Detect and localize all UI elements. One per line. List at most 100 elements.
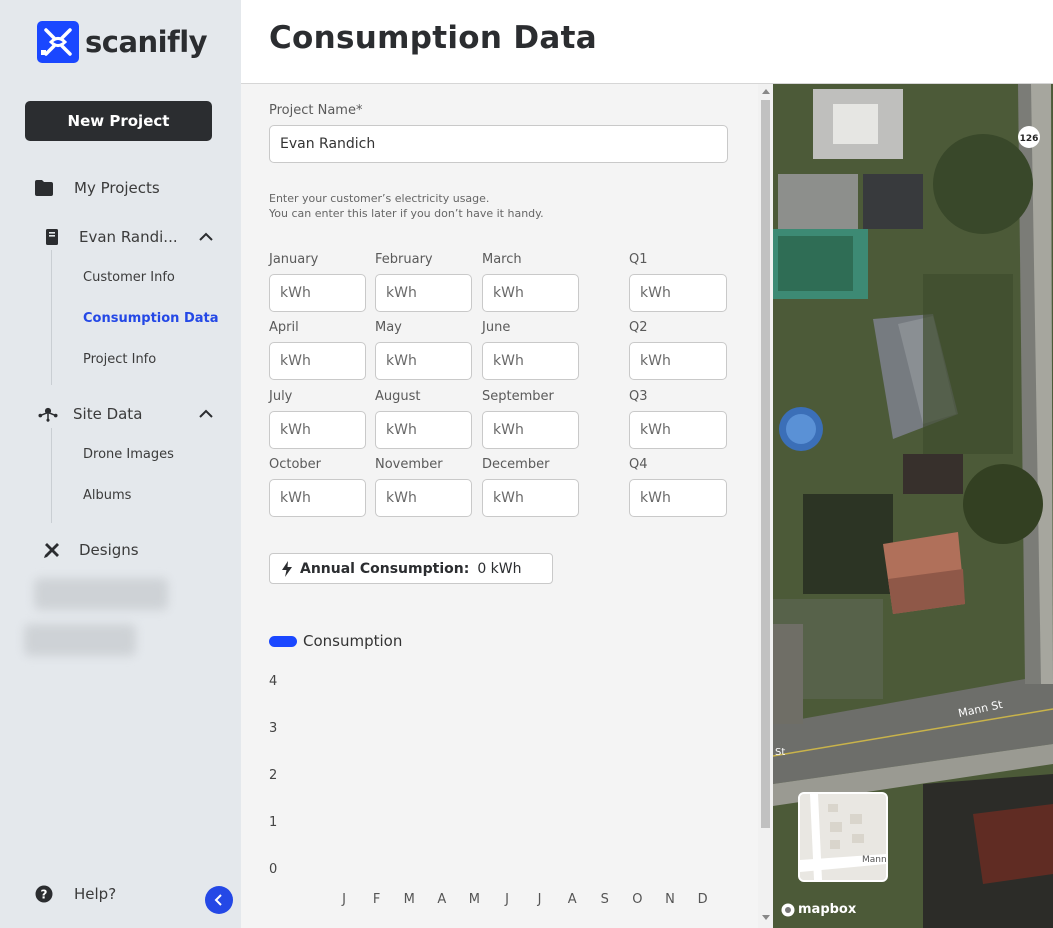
nav-project-label: Evan Randi... — [79, 228, 178, 246]
nav-my-projects[interactable]: My Projects — [34, 178, 160, 198]
y-tick-label: 1 — [269, 815, 278, 830]
month-label: February — [375, 252, 433, 267]
page-title: Consumption Data — [269, 20, 597, 56]
subnav-consumption-data[interactable]: Consumption Data — [83, 311, 219, 326]
chevron-left-icon — [214, 894, 222, 906]
svg-text:?: ? — [41, 888, 48, 902]
month-kwh-input[interactable] — [375, 274, 472, 312]
scanifly-logo[interactable]: scanifly — [37, 21, 208, 63]
scroll-thumb[interactable] — [761, 100, 770, 828]
document-icon — [42, 227, 62, 247]
scroll-up-arrow-icon[interactable] — [762, 89, 770, 94]
quarter-kwh-input[interactable] — [629, 342, 727, 380]
pencil-ruler-icon — [42, 540, 62, 560]
month-kwh-input[interactable] — [269, 274, 366, 312]
help-icon: ? — [34, 884, 54, 904]
collapse-sidebar-button[interactable] — [205, 886, 233, 914]
y-tick-label: 4 — [269, 674, 278, 689]
month-kwh-input[interactable] — [482, 479, 579, 517]
help-link[interactable]: ? Help? — [34, 884, 116, 904]
chart-legend[interactable]: Consumption — [269, 632, 402, 650]
logo-wordmark: scanifly — [85, 25, 208, 59]
x-tick-label: F — [372, 892, 381, 907]
subnav-customer-info[interactable]: Customer Info — [83, 270, 175, 285]
chevron-up-icon[interactable] — [197, 405, 215, 423]
blurred-nav-item — [24, 624, 136, 656]
month-kwh-input[interactable] — [482, 342, 579, 380]
minimap[interactable]: Mann — [798, 792, 888, 882]
drone-icon — [38, 404, 58, 424]
month-kwh-input[interactable] — [375, 411, 472, 449]
month-kwh-input[interactable] — [269, 411, 366, 449]
project-name-label: Project Name* — [269, 103, 363, 118]
route-badge: 126 — [1020, 134, 1039, 144]
x-tick-label: M — [468, 892, 480, 907]
x-tick-label: N — [665, 892, 675, 907]
x-tick-label: J — [537, 892, 542, 907]
x-tick-label: A — [437, 892, 447, 907]
mapbox-logo-icon — [781, 903, 795, 916]
hint-line-1: Enter your customer’s electricity usage. — [269, 192, 490, 205]
annual-consumption-box: Annual Consumption: 0 kWh — [269, 553, 553, 584]
nav-project-evan[interactable]: Evan Randi... — [42, 227, 178, 247]
chevron-up-icon[interactable] — [197, 228, 215, 246]
month-kwh-input[interactable] — [269, 342, 366, 380]
consumption-form-panel: Project Name* Enter your customer’s elec… — [241, 84, 773, 928]
help-label: Help? — [74, 885, 117, 903]
x-tick-label: J — [505, 892, 509, 907]
sidebar: scanifly New Project My Projects Evan Ra… — [0, 0, 241, 928]
tree-line — [51, 250, 52, 385]
x-tick-label: M — [403, 892, 415, 907]
y-tick-label: 3 — [269, 721, 278, 736]
hint-line-2: You can enter this later if you don’t ha… — [269, 207, 544, 220]
nav-designs-label: Designs — [79, 541, 139, 559]
page-header: Consumption Data — [241, 0, 1053, 84]
subnav-drone-images[interactable]: Drone Images — [83, 447, 174, 462]
nav-designs[interactable]: Designs — [42, 540, 139, 560]
month-label: October — [269, 457, 322, 472]
quarter-kwh-input[interactable] — [629, 411, 727, 449]
month-kwh-input[interactable] — [269, 479, 366, 517]
y-tick-label: 0 — [269, 862, 278, 877]
scroll-down-arrow-icon[interactable] — [762, 915, 770, 920]
legend-swatch — [269, 635, 297, 647]
month-kwh-input[interactable] — [375, 479, 472, 517]
new-project-button[interactable]: New Project — [25, 101, 212, 141]
month-kwh-input[interactable] — [482, 274, 579, 312]
quarter-kwh-input[interactable] — [629, 274, 727, 312]
x-tick-label: J — [342, 892, 346, 907]
month-label: August — [375, 389, 421, 404]
satellite-map[interactable]: Mann St St 126 Mann mapbox — [773, 84, 1053, 928]
annual-consumption-label: Annual Consumption: — [300, 560, 470, 577]
month-label: January — [269, 252, 319, 267]
subnav-project-info[interactable]: Project Info — [83, 352, 156, 367]
month-label: September — [482, 389, 554, 404]
blurred-nav-item — [34, 578, 168, 610]
x-tick-label: D — [697, 892, 708, 907]
month-kwh-input[interactable] — [482, 411, 579, 449]
month-label: March — [482, 252, 522, 267]
x-tick-label: O — [632, 892, 643, 907]
x-tick-label: S — [600, 892, 609, 907]
x-tick-label: A — [567, 892, 577, 907]
month-kwh-input[interactable] — [375, 342, 472, 380]
mapbox-attribution[interactable]: mapbox — [781, 902, 856, 917]
quarter-label: Q3 — [629, 389, 648, 404]
nav-my-projects-label: My Projects — [74, 179, 160, 197]
nav-site-data-label: Site Data — [73, 405, 143, 423]
month-label: July — [269, 389, 293, 404]
subnav-albums[interactable]: Albums — [83, 488, 131, 503]
street-label-short: St — [775, 747, 785, 758]
form-scrollbar[interactable] — [758, 84, 773, 928]
month-label: June — [482, 320, 511, 335]
minimap-label: Mann — [862, 855, 886, 865]
month-label: May — [375, 320, 402, 335]
nav-site-data[interactable]: Site Data — [38, 404, 142, 424]
quarter-label: Q4 — [629, 457, 648, 472]
project-name-input[interactable] — [269, 125, 728, 163]
quarter-kwh-input[interactable] — [629, 479, 727, 517]
lightning-icon — [282, 560, 292, 577]
scanifly-logo-icon — [37, 21, 79, 63]
y-tick-label: 2 — [269, 768, 278, 783]
quarter-label: Q1 — [629, 252, 648, 267]
